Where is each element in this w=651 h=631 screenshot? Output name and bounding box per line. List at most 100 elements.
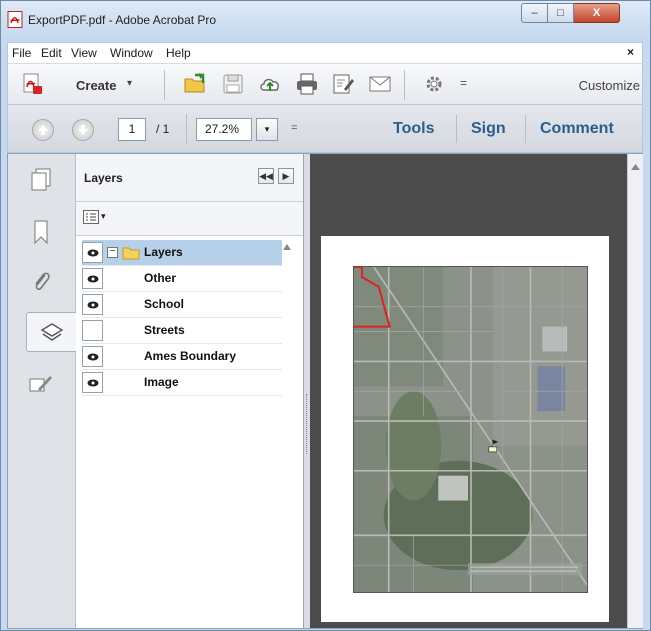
collapse-toggle[interactable]: − (107, 247, 118, 258)
menu-file[interactable]: File (12, 46, 31, 60)
scroll-up-arrow-icon[interactable] (631, 164, 640, 170)
visibility-toggle-off[interactable] (82, 320, 103, 341)
options-dropdown-icon: ▾ (101, 211, 106, 221)
aerial-map-image (353, 266, 588, 593)
visibility-toggle[interactable] (82, 294, 103, 315)
layer-row[interactable]: Image (82, 370, 282, 396)
expand-panel-button[interactable]: ▶ (278, 168, 294, 184)
options-menu-icon (83, 210, 99, 224)
eye-icon (87, 353, 98, 360)
menu-help[interactable]: Help (166, 46, 191, 60)
toolbar-separator (456, 115, 457, 143)
eye-icon (87, 249, 98, 256)
arrow-up-icon (38, 125, 48, 135)
page-thumbnails-button[interactable] (16, 160, 66, 200)
visibility-toggle[interactable] (82, 346, 103, 367)
signature-icon (29, 376, 52, 392)
eye-icon (87, 379, 98, 386)
open-folder-icon[interactable] (183, 72, 207, 96)
list-scroll-up-icon[interactable] (283, 244, 291, 250)
attachments-button[interactable] (16, 262, 66, 302)
comment-pane-button[interactable]: Comment (540, 120, 614, 138)
layers-panel-header: Layers ◀◀ ▶ (76, 154, 303, 202)
menu-window[interactable]: Window (110, 46, 153, 60)
pages-icon (31, 168, 51, 191)
quick-tools-toolbar: Create ▾ = Customize (7, 63, 643, 105)
next-page-button[interactable] (72, 119, 94, 141)
menu-edit[interactable]: Edit (41, 46, 62, 60)
double-chevron-left-icon: ◀◀ (259, 171, 273, 181)
minimize-button[interactable]: – (521, 3, 548, 23)
visibility-toggle[interactable] (82, 242, 103, 263)
page-total: / 1 (156, 122, 170, 136)
save-icon[interactable] (221, 72, 245, 96)
signatures-button[interactable] (16, 364, 66, 404)
navigation-pane-rail (8, 154, 76, 628)
print-icon[interactable] (295, 72, 319, 96)
sign-pane-button[interactable]: Sign (471, 120, 506, 138)
edit-document-icon[interactable] (331, 72, 355, 96)
maximize-button[interactable]: □ (548, 3, 574, 23)
visibility-toggle[interactable] (82, 372, 103, 393)
toolbar-separator (525, 115, 526, 143)
layers-panel-title: Layers (84, 171, 123, 185)
chevron-down-icon: ▾ (264, 124, 270, 134)
tools-pane-button[interactable]: Tools (393, 120, 434, 138)
toolbar-overflow-icon[interactable]: = (291, 122, 297, 134)
page-number-input[interactable]: 1 (118, 118, 146, 141)
layers-icon (40, 323, 63, 341)
layer-row[interactable]: School (82, 292, 282, 318)
layers-button[interactable] (26, 312, 76, 352)
visibility-toggle[interactable] (82, 268, 103, 289)
layer-label: Other (144, 271, 177, 285)
close-icon: X (592, 7, 601, 19)
layer-label: Ames Boundary (144, 349, 237, 363)
menu-bar: File Edit View Window Help × (7, 42, 643, 63)
toolbar-overflow-icon[interactable]: = (460, 76, 467, 90)
document-scrollbar[interactable] (627, 154, 643, 628)
main-area: Layers ◀◀ ▶ ▾ − Layers Other School Stre… (7, 153, 643, 629)
create-button[interactable]: Create (76, 78, 116, 93)
layers-options-bar: ▾ (76, 202, 303, 236)
zoom-dropdown-button[interactable]: ▾ (256, 118, 278, 141)
chevron-right-icon: ▶ (282, 171, 290, 181)
toolbar-separator (186, 114, 187, 144)
layer-label: Image (144, 375, 179, 389)
layer-options-button[interactable]: ▾ (83, 210, 109, 228)
acrobat-window: ExportPDF.pdf - Adobe Acrobat Pro – □ X … (0, 0, 651, 631)
layer-tree: − Layers Other School Streets Ames Bound… (76, 236, 303, 628)
email-icon[interactable] (368, 72, 392, 96)
gear-icon[interactable] (422, 72, 446, 96)
layer-row[interactable]: Ames Boundary (82, 344, 282, 370)
window-title: ExportPDF.pdf - Adobe Acrobat Pro (28, 13, 217, 27)
maximize-icon: □ (557, 7, 564, 19)
layer-row-root[interactable]: − Layers (82, 240, 282, 266)
previous-page-button[interactable] (32, 119, 54, 141)
collapse-panel-button[interactable]: ◀◀ (258, 168, 274, 184)
minimize-icon: – (531, 7, 538, 19)
title-bar[interactable]: ExportPDF.pdf - Adobe Acrobat Pro – □ X (1, 1, 650, 39)
layer-row[interactable]: Streets (82, 318, 282, 344)
layer-label-root: Layers (144, 245, 183, 259)
zoom-input[interactable]: 27.2% (196, 118, 252, 141)
close-button[interactable]: X (574, 3, 620, 23)
minus-icon: − (109, 246, 116, 257)
eye-icon (87, 301, 98, 308)
acrobat-pdf-icon (7, 11, 23, 28)
bookmarks-button[interactable] (16, 212, 66, 252)
layer-row[interactable]: Other (82, 266, 282, 292)
create-dropdown-icon[interactable]: ▾ (127, 78, 132, 89)
eye-icon (87, 275, 98, 282)
create-pdf-icon[interactable] (20, 72, 44, 96)
cloud-upload-icon[interactable] (258, 72, 282, 96)
menu-view[interactable]: View (71, 46, 97, 60)
window-controls: – □ X (521, 3, 641, 23)
toolbar-separator (404, 70, 405, 100)
splitter-grip[interactable] (306, 394, 308, 454)
paperclip-icon (35, 272, 50, 291)
toolbar-separator (164, 70, 165, 100)
arrow-down-icon (78, 125, 88, 135)
document-close-icon[interactable]: × (627, 45, 634, 59)
document-view[interactable] (310, 154, 627, 628)
customize-button[interactable]: Customize (579, 78, 640, 93)
